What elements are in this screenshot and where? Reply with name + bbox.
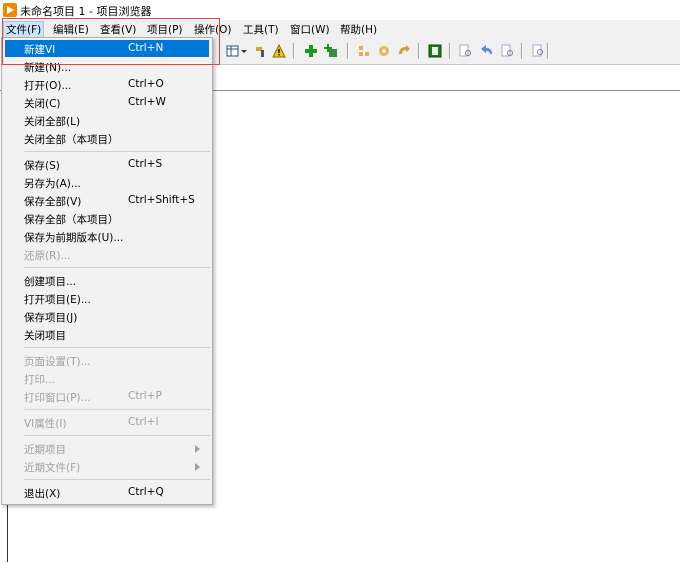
hierarchy-icon[interactable] bbox=[357, 44, 371, 58]
menu-item-save-project[interactable]: 保存项目(J) bbox=[2, 308, 212, 325]
menu-item-close-all-project[interactable]: 关闭全部（本项目） bbox=[2, 130, 212, 147]
menu-window[interactable]: 窗口(W) bbox=[290, 22, 330, 37]
undo-icon[interactable] bbox=[480, 44, 494, 58]
menu-item-print: 打印... bbox=[2, 370, 212, 387]
find-icon[interactable] bbox=[500, 44, 514, 58]
menu-operate[interactable]: 操作(O) bbox=[194, 22, 231, 37]
menu-item-open-project[interactable]: 打开项目(E)... bbox=[2, 290, 212, 307]
menu-project[interactable]: 项目(P) bbox=[147, 22, 183, 37]
menu-item-label: 关闭项目 bbox=[24, 330, 66, 342]
menu-bar: 文件(F) 编辑(E) 查看(V) 项目(P) 操作(O) 工具(T) 窗口(W… bbox=[0, 20, 680, 38]
vi-icon[interactable] bbox=[428, 44, 442, 58]
menu-file[interactable]: 文件(F) bbox=[3, 21, 45, 38]
menu-item-shortcut: Ctrl+P bbox=[128, 390, 162, 402]
menu-item-label: 创建项目... bbox=[24, 276, 77, 288]
refresh-icon[interactable] bbox=[397, 44, 411, 58]
menu-item-shortcut: Ctrl+N bbox=[128, 42, 164, 54]
menu-item-page-setup: 页面设置(T)... bbox=[2, 352, 212, 369]
grid-icon[interactable] bbox=[226, 44, 240, 58]
menu-separator bbox=[24, 267, 210, 268]
menu-item-save-all[interactable]: 保存全部(V) Ctrl+Shift+S bbox=[2, 192, 212, 209]
menu-item-label: 近期文件(F) bbox=[24, 462, 81, 474]
menu-item-shortcut: Ctrl+I bbox=[128, 416, 159, 428]
menu-item-exit[interactable]: 退出(X) Ctrl+Q bbox=[2, 484, 212, 501]
menu-item-shortcut: Ctrl+Q bbox=[128, 486, 164, 498]
menu-item-revert: 还原(R)... bbox=[2, 246, 212, 263]
menu-item-new[interactable]: 新建(N)... bbox=[2, 58, 212, 75]
menu-separator bbox=[24, 479, 210, 480]
menu-item-label: 关闭全部（本项目） bbox=[24, 134, 119, 146]
menu-separator bbox=[24, 347, 210, 348]
menu-item-recent-files: 近期文件(F) bbox=[2, 458, 212, 475]
menu-item-label: 关闭全部(L) bbox=[24, 116, 81, 128]
menu-item-new-vi[interactable]: 新建VI Ctrl+N bbox=[5, 40, 209, 57]
menu-item-save-all-project[interactable]: 保存全部（本项目） bbox=[2, 210, 212, 227]
menu-item-shortcut: Ctrl+Shift+S bbox=[128, 194, 195, 206]
menu-item-close-all[interactable]: 关闭全部(L) bbox=[2, 112, 212, 129]
menu-separator bbox=[24, 151, 210, 152]
menu-item-label: 新建VI bbox=[24, 44, 56, 56]
menu-item-label: 打开(O)... bbox=[24, 80, 72, 92]
file-menu-dropdown: 新建VI Ctrl+N 新建(N)... 打开(O)... Ctrl+O 关闭(… bbox=[1, 37, 213, 505]
menu-item-shortcut: Ctrl+O bbox=[128, 78, 164, 90]
menu-item-print-window: 打印窗口(P)... Ctrl+P bbox=[2, 388, 212, 405]
menu-item-create-project[interactable]: 创建项目... bbox=[2, 272, 212, 289]
wrench-icon[interactable] bbox=[254, 44, 268, 58]
menu-item-label: 保存全部(V) bbox=[24, 196, 82, 208]
submenu-arrow-icon bbox=[195, 463, 200, 471]
menu-item-label: 保存(S) bbox=[24, 160, 60, 172]
menu-item-label: 新建(N)... bbox=[24, 62, 72, 74]
menu-item-label: 保存项目(J) bbox=[24, 312, 78, 324]
menu-item-label: 页面设置(T)... bbox=[24, 356, 91, 368]
menu-item-label: 保存全部（本项目） bbox=[24, 214, 119, 226]
warning-icon[interactable] bbox=[272, 43, 286, 58]
menu-help[interactable]: 帮助(H) bbox=[340, 22, 377, 37]
menu-item-close[interactable]: 关闭(C) Ctrl+W bbox=[2, 94, 212, 111]
add-green-icon[interactable] bbox=[304, 44, 318, 58]
add-item-icon[interactable] bbox=[324, 44, 338, 58]
menu-item-label: 打开项目(E)... bbox=[24, 294, 91, 306]
menu-item-label: 退出(X) bbox=[24, 488, 61, 500]
submenu-arrow-icon bbox=[195, 445, 200, 453]
dropdown-arrow-icon[interactable] bbox=[240, 44, 248, 58]
menu-item-label: 保存为前期版本(U)... bbox=[24, 232, 124, 244]
menu-edit[interactable]: 编辑(E) bbox=[53, 22, 89, 37]
menu-tools[interactable]: 工具(T) bbox=[243, 22, 279, 37]
menu-item-save-as[interactable]: 另存为(A)... bbox=[2, 174, 212, 191]
menu-item-open[interactable]: 打开(O)... Ctrl+O bbox=[2, 76, 212, 93]
menu-item-shortcut: Ctrl+S bbox=[128, 158, 163, 170]
doc-search-icon[interactable] bbox=[458, 44, 472, 58]
zoom-icon[interactable] bbox=[531, 44, 545, 58]
menu-item-label: 还原(R)... bbox=[24, 250, 71, 262]
menu-item-close-project[interactable]: 关闭项目 bbox=[2, 326, 212, 343]
settings-gear-icon[interactable] bbox=[377, 44, 391, 58]
menu-item-label: 关闭(C) bbox=[24, 98, 61, 110]
menu-item-save-previous-version[interactable]: 保存为前期版本(U)... bbox=[2, 228, 212, 245]
menu-item-vi-properties: VI属性(I) Ctrl+I bbox=[2, 414, 212, 431]
window-title: 未命名项目 1 - 项目浏览器 bbox=[20, 5, 152, 18]
menu-item-save[interactable]: 保存(S) Ctrl+S bbox=[2, 156, 212, 173]
menu-item-label: 打印窗口(P)... bbox=[24, 392, 91, 404]
title-bar: 未命名项目 1 - 项目浏览器 bbox=[0, 0, 680, 20]
menu-item-recent-projects: 近期项目 bbox=[2, 440, 212, 457]
menu-item-label: VI属性(I) bbox=[24, 418, 67, 430]
menu-view[interactable]: 查看(V) bbox=[100, 22, 136, 37]
menu-item-shortcut: Ctrl+W bbox=[128, 96, 166, 108]
menu-item-label: 近期项目 bbox=[24, 444, 66, 456]
labview-app-icon bbox=[3, 3, 17, 17]
menu-separator bbox=[24, 435, 210, 436]
menu-item-label: 另存为(A)... bbox=[24, 178, 81, 190]
menu-item-label: 打印... bbox=[24, 374, 56, 386]
menu-separator bbox=[24, 409, 210, 410]
